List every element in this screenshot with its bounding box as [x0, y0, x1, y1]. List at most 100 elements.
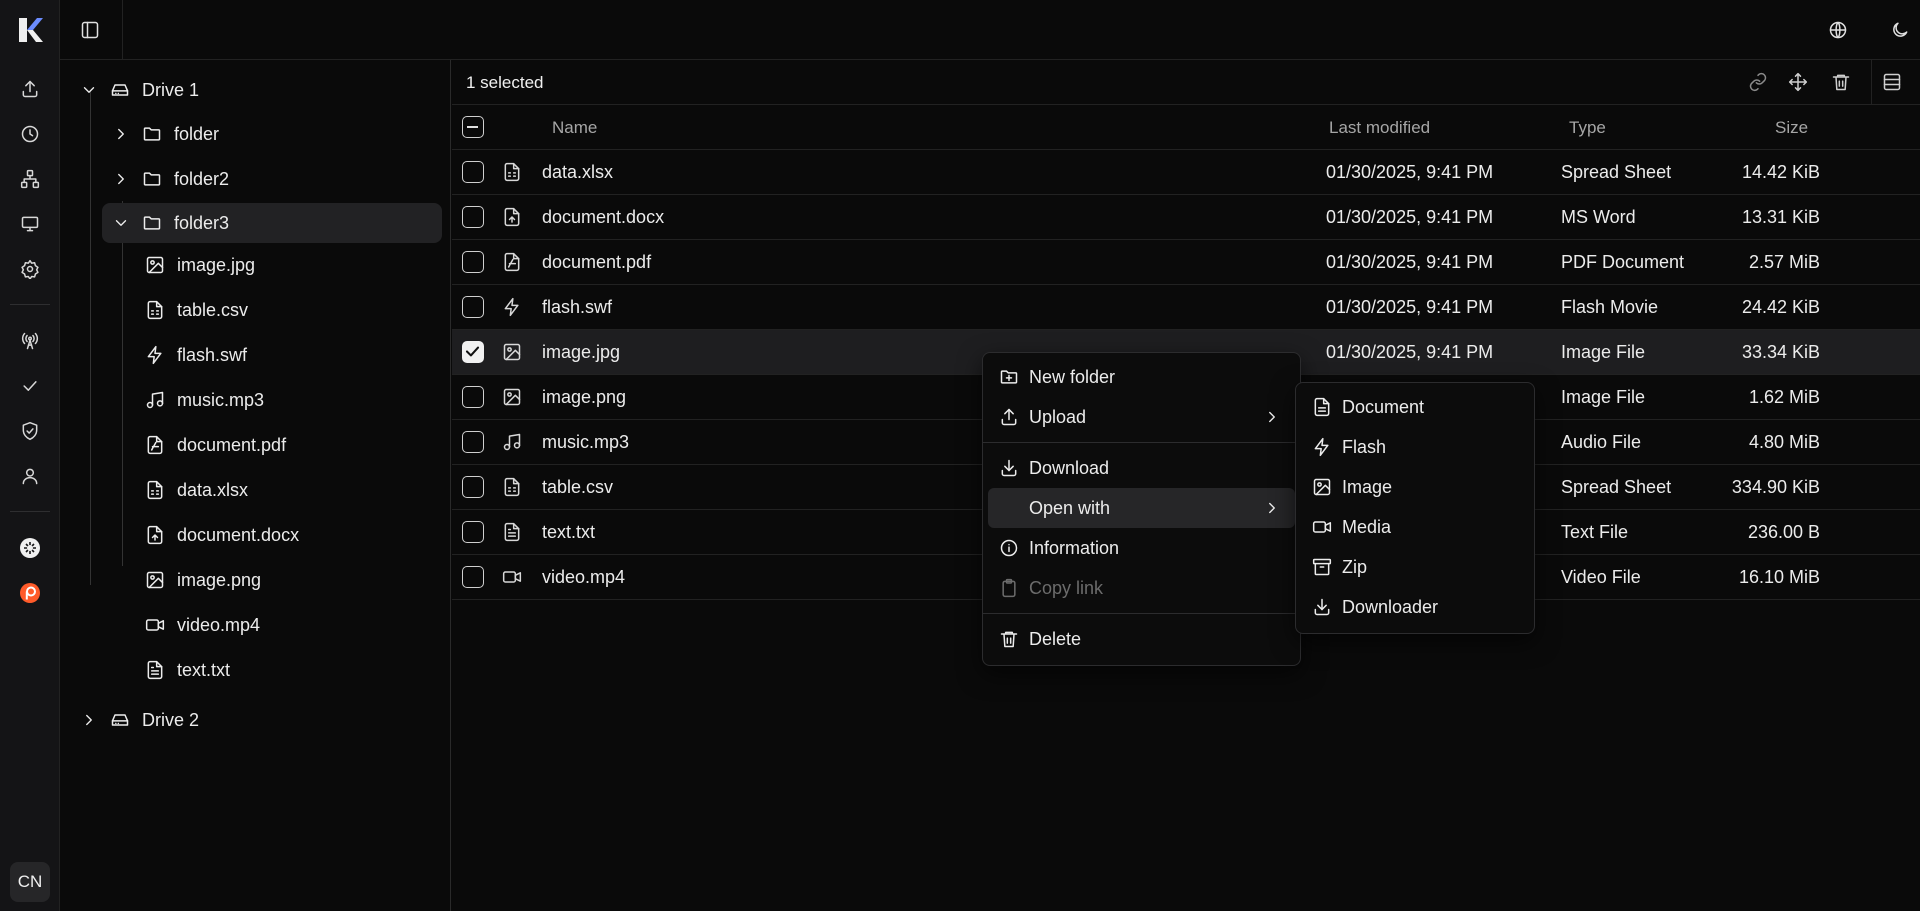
- open-with-downloader[interactable]: Downloader: [1301, 587, 1529, 627]
- columns-icon[interactable]: [1882, 72, 1904, 94]
- user-avatar[interactable]: CN: [10, 862, 50, 902]
- row-checkbox[interactable]: [462, 161, 484, 183]
- submenu-label: Media: [1342, 516, 1392, 537]
- download-icon: [1001, 459, 1017, 477]
- menu-label: Download: [1029, 457, 1110, 478]
- open-with-document[interactable]: Document: [1301, 387, 1529, 427]
- tree-file[interactable]: data.xlsx: [145, 470, 248, 510]
- table-row[interactable]: flash.swf 01/30/2025, 9:41 PM Flash Movi…: [452, 285, 1920, 330]
- selection-toolbar: 1 selected: [452, 60, 1920, 105]
- tree-label: image.jpg: [177, 254, 256, 275]
- column-name[interactable]: Name: [552, 118, 597, 138]
- open-with-media[interactable]: Media: [1301, 507, 1529, 547]
- column-last-modified[interactable]: Last modified: [1329, 118, 1430, 138]
- menu-separator: [983, 613, 1300, 614]
- tree-folder[interactable]: folder: [112, 114, 219, 154]
- tree-label: document.pdf: [177, 434, 287, 455]
- tree-drive-2[interactable]: Drive 2: [80, 700, 199, 740]
- table-row[interactable]: document.pdf 01/30/2025, 9:41 PM PDF Doc…: [452, 240, 1920, 285]
- image-icon: [146, 256, 164, 274]
- tree-file[interactable]: table.csv: [145, 290, 248, 330]
- menu-label: Information: [1029, 537, 1120, 558]
- menu-label: Open with: [1029, 497, 1111, 518]
- network-icon[interactable]: [20, 169, 40, 189]
- link-icon[interactable]: [1748, 72, 1770, 94]
- music-icon: [146, 391, 164, 409]
- tree-file[interactable]: image.jpg: [145, 245, 255, 285]
- download-icon: [1314, 598, 1330, 616]
- folder-icon: [143, 127, 161, 141]
- chevron-right-icon[interactable]: [80, 711, 98, 729]
- tree-file[interactable]: document.docx: [145, 515, 299, 555]
- row-checkbox[interactable]: [462, 251, 484, 273]
- shield-check-icon[interactable]: [20, 421, 40, 441]
- row-checkbox[interactable]: [462, 476, 484, 498]
- row-checkbox[interactable]: [462, 386, 484, 408]
- globe-icon[interactable]: [1828, 20, 1848, 40]
- menu-label: New folder: [1029, 366, 1116, 387]
- info-icon: [1000, 539, 1018, 557]
- chevron-down-icon[interactable]: [80, 81, 98, 99]
- column-size[interactable]: Size: [1775, 118, 1808, 138]
- table-row[interactable]: document.docx 01/30/2025, 9:41 PM MS Wor…: [452, 195, 1920, 240]
- patreon-icon[interactable]: [20, 583, 40, 603]
- tree-file[interactable]: video.mp4: [145, 605, 260, 645]
- trash-icon[interactable]: [1831, 72, 1853, 94]
- open-with-image[interactable]: Image: [1301, 467, 1529, 507]
- tree-drive-1[interactable]: Drive 1: [80, 70, 199, 110]
- history-icon[interactable]: [20, 124, 40, 144]
- broadcast-icon[interactable]: [20, 331, 40, 351]
- settings-icon[interactable]: [20, 259, 40, 279]
- spreadsheet-icon: [504, 162, 520, 182]
- word-document-icon: [504, 207, 520, 227]
- file-modified: 01/30/2025, 9:41 PM: [1326, 297, 1494, 317]
- tree-file[interactable]: text.txt: [145, 650, 230, 690]
- menu-delete[interactable]: Delete: [988, 619, 1295, 659]
- tree-file[interactable]: flash.swf: [145, 335, 247, 375]
- tree-guide: [122, 201, 123, 566]
- video-icon: [145, 619, 165, 631]
- upload-icon[interactable]: [20, 79, 40, 99]
- flash-icon: [504, 297, 519, 317]
- theme-toggle-moon-icon[interactable]: [1890, 20, 1910, 40]
- menu-open-with[interactable]: Open with: [988, 488, 1295, 528]
- row-checkbox[interactable]: [462, 521, 484, 543]
- row-checkbox[interactable]: [462, 206, 484, 228]
- toolbar-divider: [1871, 60, 1872, 105]
- row-checkbox[interactable]: [462, 296, 484, 318]
- tree-file[interactable]: image.png: [145, 560, 261, 600]
- tree-file[interactable]: document.pdf: [145, 425, 286, 465]
- sidebar-toggle-icon[interactable]: [80, 20, 100, 40]
- open-with-flash[interactable]: Flash: [1301, 427, 1529, 467]
- table-row[interactable]: data.xlsx 01/30/2025, 9:41 PM Spread She…: [452, 150, 1920, 195]
- monitor-icon[interactable]: [20, 214, 40, 234]
- select-all-checkbox[interactable]: [462, 116, 484, 138]
- file-name: image.jpg: [542, 342, 621, 362]
- chevron-right-icon[interactable]: [112, 170, 130, 188]
- row-checkbox[interactable]: [462, 566, 484, 588]
- menu-upload[interactable]: Upload: [988, 397, 1295, 437]
- row-checkbox[interactable]: [462, 341, 484, 363]
- tree-folder2[interactable]: folder2: [112, 159, 229, 199]
- check-icon[interactable]: [20, 376, 40, 396]
- file-name: document.docx: [542, 207, 665, 227]
- tree-file[interactable]: music.mp3: [145, 380, 264, 420]
- open-with-zip[interactable]: Zip: [1301, 547, 1529, 587]
- file-size: 2.57 MiB: [1748, 252, 1820, 272]
- sun-badge-icon[interactable]: [20, 538, 40, 558]
- chevron-down-icon[interactable]: [112, 214, 130, 232]
- spreadsheet-icon: [147, 300, 163, 320]
- row-checkbox[interactable]: [462, 431, 484, 453]
- menu-download[interactable]: Download: [988, 448, 1295, 488]
- tree-label: data.xlsx: [177, 479, 249, 500]
- app-logo[interactable]: [16, 16, 44, 44]
- user-icon[interactable]: [20, 466, 40, 486]
- column-type[interactable]: Type: [1569, 118, 1606, 138]
- chevron-right-icon[interactable]: [112, 125, 130, 143]
- video-icon: [1312, 521, 1332, 533]
- menu-information[interactable]: Information: [988, 528, 1295, 568]
- menu-new-folder[interactable]: New folder: [988, 357, 1295, 397]
- move-icon[interactable]: [1788, 72, 1810, 94]
- tree-folder3[interactable]: folder3: [102, 203, 442, 243]
- flash-icon: [1314, 437, 1329, 457]
